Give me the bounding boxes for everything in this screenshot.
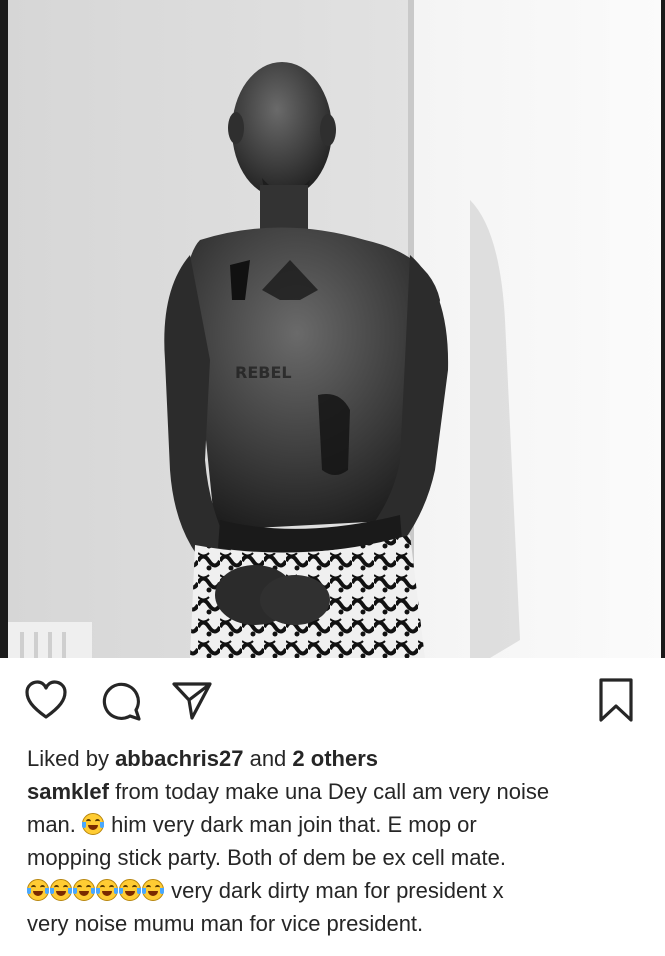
action-bar <box>0 666 665 736</box>
caption-text: mopping stick party. Both of dem be ex c… <box>27 845 506 870</box>
post-caption: samklef from today make una Dey call am … <box>27 775 642 940</box>
caption-text: very dark dirty man for president x <box>165 878 504 903</box>
caption-line: very noise mumu man for vice president. <box>27 907 642 940</box>
comment-icon[interactable] <box>99 678 143 722</box>
caption-line: man. him very dark man join that. E mop … <box>27 808 642 841</box>
photo-left-edge <box>0 0 8 658</box>
caption-text: very noise mumu man for vice president. <box>27 911 424 936</box>
svg-text:REBEL: REBEL <box>235 363 292 382</box>
caption-line: mopping stick party. Both of dem be ex c… <box>27 841 642 874</box>
likes-summary: Liked by abbachris27 and 2 others <box>27 742 642 775</box>
post-meta: Liked by abbachris27 and 2 others samkle… <box>27 742 642 940</box>
caption-line: samklef from today make una Dey call am … <box>27 775 642 808</box>
face-with-tears-of-joy-emoji <box>142 879 164 901</box>
instagram-post: REBEL Liked by abbachris27 and 2 others … <box>0 0 665 956</box>
caption-text: him very dark man join that. E mop or <box>105 812 477 837</box>
caption-line: very dark dirty man for president x <box>27 874 642 907</box>
bookmark-icon[interactable] <box>594 678 638 722</box>
photo-right-edge <box>661 0 665 658</box>
heart-icon[interactable] <box>24 678 68 722</box>
face-with-tears-of-joy-emoji <box>82 813 105 835</box>
likes-prefix: Liked by <box>27 746 116 771</box>
face-with-tears-of-joy-emoji <box>27 879 49 901</box>
face-with-tears-of-joy-emoji <box>50 879 72 901</box>
face-with-tears-of-joy-emoji <box>73 879 95 901</box>
caption-text: from today make una Dey call am very noi… <box>108 779 550 804</box>
face-with-tears-of-joy-emoji <box>96 879 118 901</box>
caption-text: man. <box>27 812 83 837</box>
post-photo[interactable]: REBEL <box>0 0 665 658</box>
likes-others-link[interactable]: 2 others <box>292 746 378 771</box>
photo-of-shirtless-man: REBEL <box>0 0 665 658</box>
face-with-tears-of-joy-emoji <box>119 879 141 901</box>
likes-joiner: and <box>243 746 293 771</box>
send-icon[interactable] <box>170 678 214 722</box>
caption-username-link[interactable]: samklef <box>27 779 109 804</box>
liker-username-link[interactable]: abbachris27 <box>115 746 243 771</box>
